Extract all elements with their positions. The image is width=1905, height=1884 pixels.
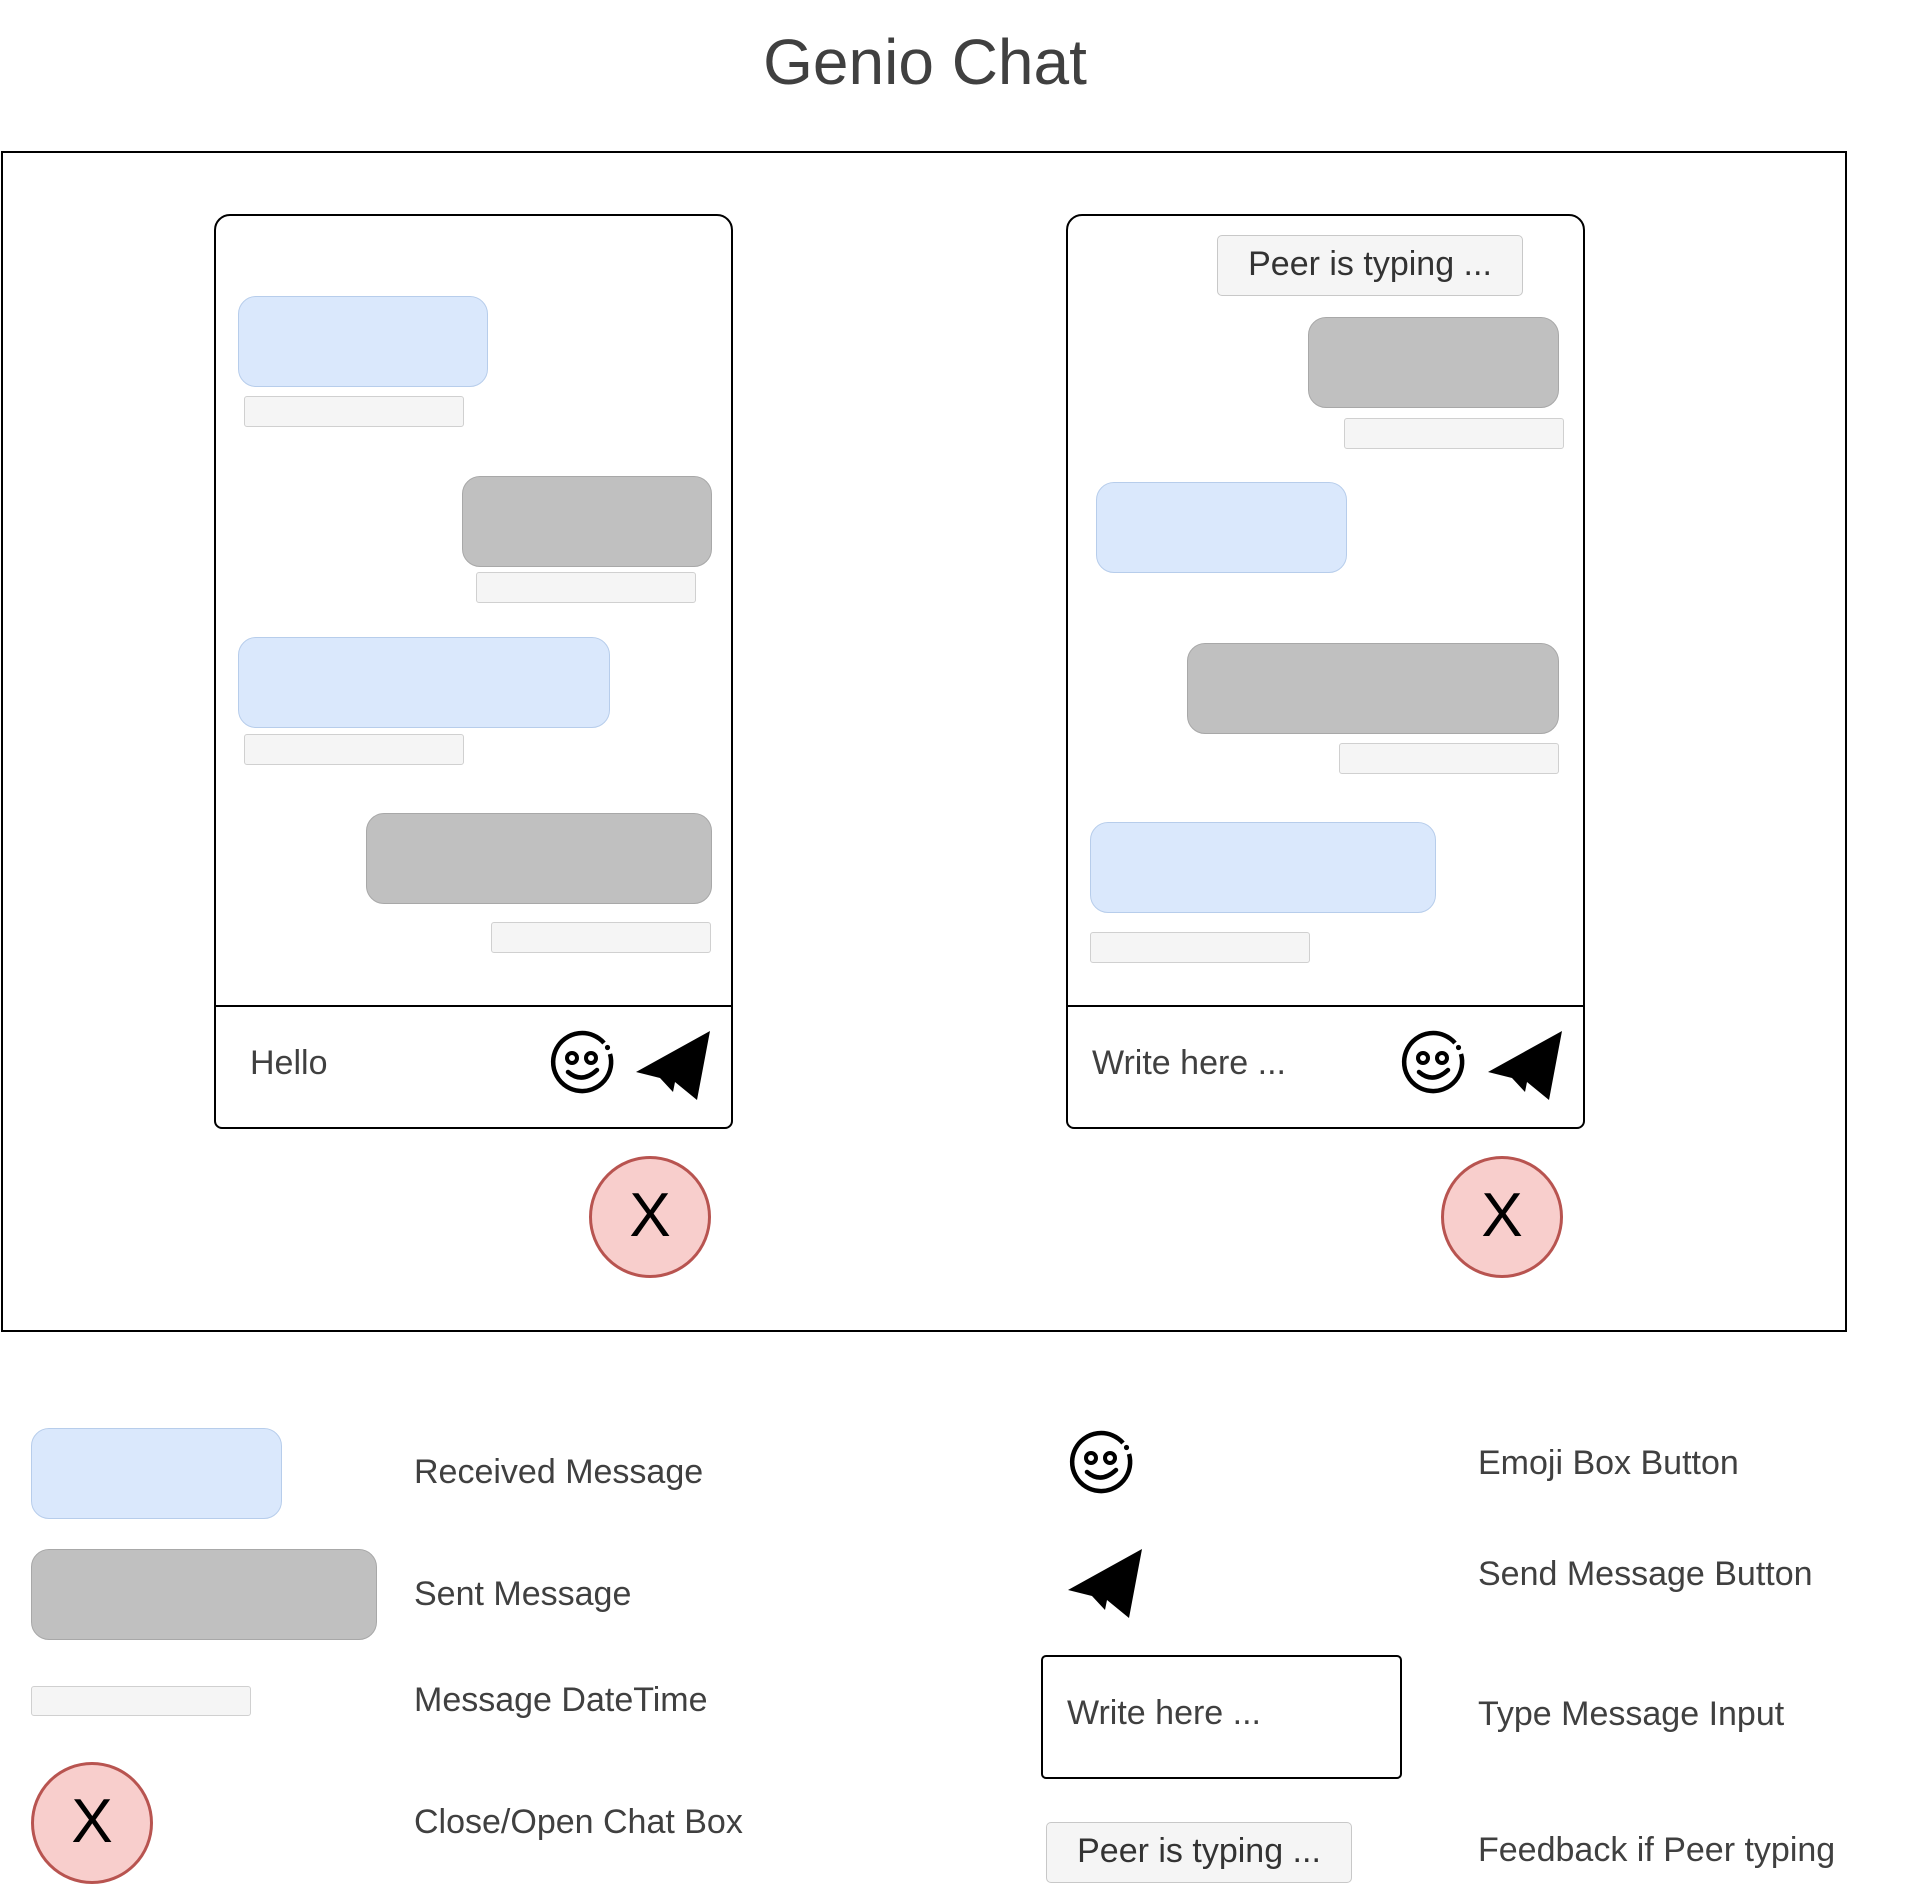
page-title: Genio Chat (763, 26, 1087, 98)
legend-input-placeholder: Write here ... (1067, 1694, 1261, 1732)
legend-received-swatch (31, 1428, 282, 1519)
sent-message-bubble (366, 813, 712, 904)
message-datetime (244, 734, 464, 765)
legend-typing-label: Feedback if Peer typing (1478, 1831, 1836, 1869)
received-message-bubble (238, 637, 610, 728)
emoji-icon[interactable] (549, 1030, 617, 1098)
legend-received-label: Received Message (414, 1453, 704, 1491)
received-message-bubble (1096, 482, 1347, 573)
legend-close-swatch: X (31, 1762, 153, 1884)
sent-message-bubble (1308, 317, 1559, 408)
legend-datetime-swatch (31, 1686, 251, 1716)
legend-emoji-icon (1068, 1430, 1136, 1498)
legend-emoji-label: Emoji Box Button (1478, 1444, 1739, 1482)
close-chat-button[interactable]: X (1441, 1156, 1563, 1278)
sent-message-bubble (462, 476, 712, 567)
legend-datetime-label: Message DateTime (414, 1681, 708, 1719)
legend-sent-swatch (31, 1549, 377, 1640)
sent-message-bubble (1187, 643, 1559, 734)
legend-send-label: Send Message Button (1478, 1555, 1813, 1593)
message-datetime (244, 396, 464, 427)
legend-typing-sample: Peer is typing ... (1046, 1822, 1352, 1883)
legend-input-label: Type Message Input (1478, 1695, 1785, 1733)
close-chat-button[interactable]: X (589, 1156, 711, 1278)
emoji-icon[interactable] (1400, 1030, 1468, 1098)
message-input-value: Hello (250, 1044, 328, 1082)
message-datetime (491, 922, 711, 953)
send-icon[interactable] (634, 1028, 714, 1102)
legend-close-label: Close/Open Chat Box (414, 1803, 743, 1841)
message-datetime (1339, 743, 1559, 774)
message-datetime (1344, 418, 1564, 449)
legend-sent-label: Sent Message (414, 1575, 632, 1613)
message-datetime (1090, 932, 1310, 963)
received-message-bubble (1090, 822, 1436, 913)
peer-typing-indicator: Peer is typing ... (1217, 235, 1523, 296)
message-datetime (476, 572, 696, 603)
legend-send-icon (1066, 1546, 1146, 1620)
send-icon[interactable] (1486, 1028, 1566, 1102)
received-message-bubble (238, 296, 488, 387)
legend-input-sample: Write here ... (1041, 1655, 1402, 1779)
message-input-placeholder: Write here ... (1092, 1044, 1286, 1082)
